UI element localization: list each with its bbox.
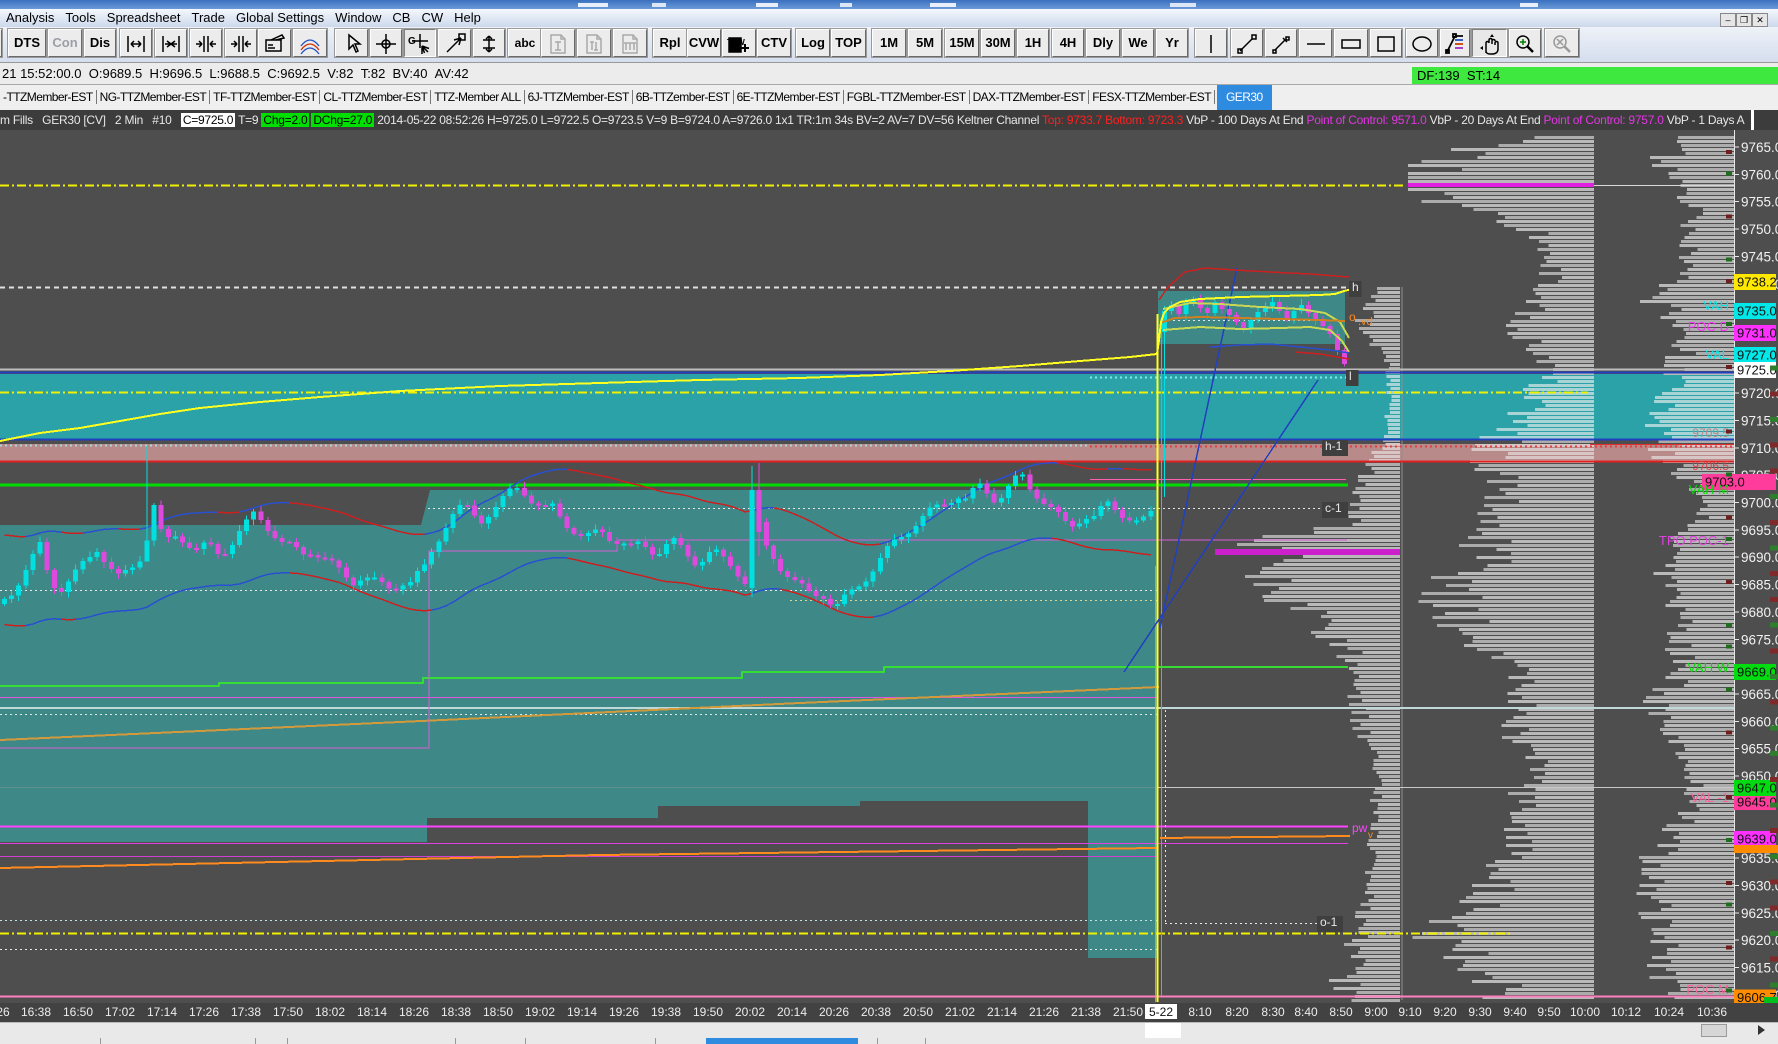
svg-text:21:26: 21:26 [1029,1005,1059,1019]
svg-text:9615.0: 9615.0 [1741,961,1778,976]
svg-text:18:02: 18:02 [315,1005,345,1019]
svg-text:8:50: 8:50 [1329,1005,1353,1019]
svg-text:8:20: 8:20 [1225,1005,1249,1019]
svg-text:10:36: 10:36 [1697,1005,1727,1019]
svg-text:17:26: 17:26 [189,1005,219,1019]
svg-text:17:14: 17:14 [147,1005,177,1019]
svg-text:17:38: 17:38 [231,1005,261,1019]
svg-text:v: v [1368,830,1373,841]
svg-text:VAL -1: VAL -1 [1691,790,1729,805]
svg-text:9750.0: 9750.0 [1741,222,1778,237]
svg-text:pw: pw [1352,821,1368,835]
svg-text:c-1: c-1 [1325,501,1342,515]
svg-text:17:02: 17:02 [105,1005,135,1019]
svg-text:h-1: h-1 [1325,439,1343,453]
svg-text:19:14: 19:14 [567,1005,597,1019]
svg-text:VAH M: VAH M [1689,482,1729,497]
svg-text:9709.5: 9709.5 [1692,426,1729,440]
svg-text:20:14: 20:14 [777,1005,807,1019]
svg-text:5-22: 5-22 [1149,1005,1173,1019]
svg-text:TPO POC-1: TPO POC-1 [1659,533,1729,548]
svg-text:19:26: 19:26 [609,1005,639,1019]
svg-text:POC D: POC D [1688,319,1729,334]
svg-text:POC M: POC M [1686,982,1729,997]
svg-text:19:38: 19:38 [651,1005,681,1019]
svg-text:21:14: 21:14 [987,1005,1017,1019]
svg-text:21:50: 21:50 [1113,1005,1143,1019]
svg-text:8:40: 8:40 [1294,1005,1318,1019]
svg-text:10:24: 10:24 [1654,1005,1684,1019]
svg-text:VAH W: VAH W [1687,660,1729,675]
svg-text:9745.0: 9745.0 [1741,249,1778,264]
svg-text:9675.0: 9675.0 [1741,632,1778,647]
svg-text:18:26: 18:26 [399,1005,429,1019]
svg-text:19:02: 19:02 [525,1005,555,1019]
svg-text:VAH: VAH [1703,298,1729,313]
svg-text:9727.0: 9727.0 [1737,347,1777,362]
svg-text:9760.0: 9760.0 [1741,167,1778,182]
svg-text:19:50: 19:50 [693,1005,723,1019]
svg-text:o: o [1349,310,1356,324]
svg-text:9:10: 9:10 [1398,1005,1422,1019]
svg-text:10:00: 10:00 [1570,1005,1600,1019]
svg-text:17:50: 17:50 [273,1005,303,1019]
svg-text:9:40: 9:40 [1503,1005,1527,1019]
svg-text:9765.0: 9765.0 [1741,140,1778,155]
svg-text:9639.0: 9639.0 [1737,832,1777,847]
svg-text:9647.0: 9647.0 [1737,781,1777,796]
svg-text:9731.0: 9731.0 [1737,326,1777,341]
svg-text:9680.0: 9680.0 [1741,605,1778,620]
svg-text:9738.2: 9738.2 [1737,275,1777,290]
svg-text:.vd: .vd [1358,316,1373,328]
svg-text:10:12: 10:12 [1611,1005,1641,1019]
svg-text:9735.0: 9735.0 [1737,304,1777,319]
svg-text:o-1: o-1 [1320,915,1338,929]
svg-text:h: h [1352,280,1359,294]
svg-text:VAL: VAL [1705,347,1729,362]
svg-text:9706.5: 9706.5 [1692,459,1729,473]
svg-text:20:50: 20:50 [903,1005,933,1019]
svg-text:26: 26 [0,1005,10,1019]
svg-text:20:38: 20:38 [861,1005,891,1019]
svg-text:9695.0: 9695.0 [1741,523,1778,538]
svg-text:9:20: 9:20 [1433,1005,1457,1019]
svg-text:18:50: 18:50 [483,1005,513,1019]
svg-text:20:02: 20:02 [735,1005,765,1019]
svg-text:18:14: 18:14 [357,1005,387,1019]
svg-text:9:00: 9:00 [1364,1005,1388,1019]
svg-text:9685.0: 9685.0 [1741,578,1778,593]
svg-text:8:30: 8:30 [1261,1005,1285,1019]
svg-text:9:50: 9:50 [1537,1005,1561,1019]
svg-text:16:50: 16:50 [63,1005,93,1019]
svg-text:21:02: 21:02 [945,1005,975,1019]
svg-text:16:38: 16:38 [21,1005,51,1019]
svg-text:18:38: 18:38 [441,1005,471,1019]
svg-text:8:10: 8:10 [1188,1005,1212,1019]
svg-text:9:30: 9:30 [1468,1005,1492,1019]
svg-text:9755.0: 9755.0 [1741,195,1778,210]
svg-text:9690.0: 9690.0 [1741,550,1778,565]
svg-text:20:26: 20:26 [819,1005,849,1019]
svg-text:l: l [1349,369,1352,383]
svg-text:21:38: 21:38 [1071,1005,1101,1019]
